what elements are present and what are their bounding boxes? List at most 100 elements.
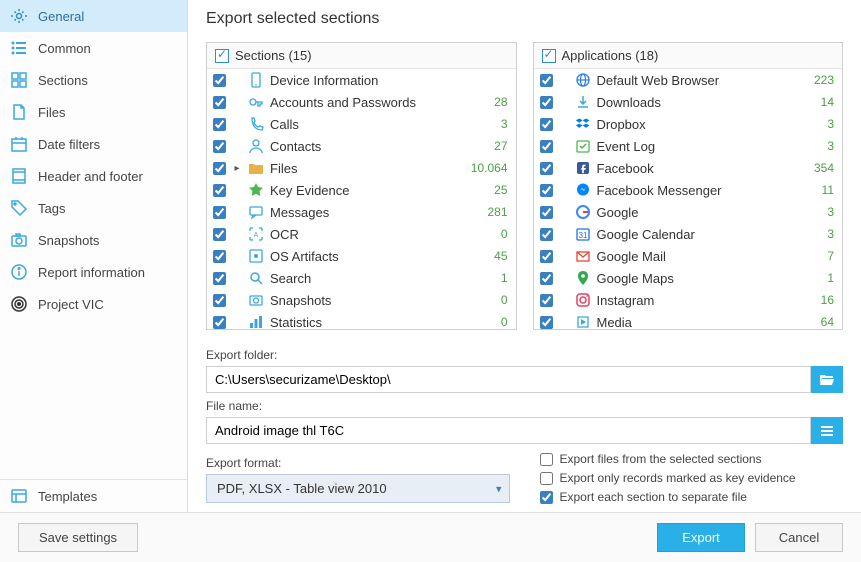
list-item[interactable]: Search1 [207, 267, 516, 289]
list-item-checkbox[interactable] [540, 228, 553, 241]
list-item-checkbox[interactable] [213, 118, 226, 131]
sidebar-item-tags[interactable]: Tags [0, 192, 187, 224]
list-item[interactable]: Instagram16 [534, 289, 843, 311]
sections-panel-header[interactable]: Sections (15) [207, 43, 516, 69]
list-item[interactable]: Google Mail7 [534, 245, 843, 267]
sidebar-item-sections[interactable]: Sections [0, 64, 187, 96]
list-item-label: Dropbox [597, 117, 822, 132]
option-key-evidence-checkbox[interactable] [540, 472, 553, 485]
list-item[interactable]: Downloads14 [534, 91, 843, 113]
applications-check-all[interactable] [542, 49, 556, 63]
list-item-checkbox[interactable] [540, 316, 553, 329]
info-icon [10, 263, 28, 281]
option-separate-file[interactable]: Export each section to separate file [540, 490, 844, 504]
list-item[interactable]: Media64 [534, 311, 843, 329]
list-item-checkbox[interactable] [213, 294, 226, 307]
option-export-files[interactable]: Export files from the selected sections [540, 452, 844, 466]
list-item-checkbox[interactable] [213, 140, 226, 153]
list-item-checkbox[interactable] [540, 250, 553, 263]
list-item[interactable]: Dropbox3 [534, 113, 843, 135]
sidebar-item-templates[interactable]: Templates [0, 480, 187, 512]
list-item[interactable]: Facebook354 [534, 157, 843, 179]
list-item-checkbox[interactable] [540, 294, 553, 307]
sidebar-item-date-filters[interactable]: Date filters [0, 128, 187, 160]
folder-open-icon [819, 372, 835, 388]
list-item-checkbox[interactable] [213, 272, 226, 285]
sidebar-item-snapshots[interactable]: Snapshots [0, 224, 187, 256]
list-item-checkbox[interactable] [540, 118, 553, 131]
sections-check-all[interactable] [215, 49, 229, 63]
list-item-count: 11 [822, 183, 834, 197]
key-icon [248, 94, 264, 110]
list-item-count: 3 [501, 117, 508, 131]
sidebar-item-label: Date filters [38, 137, 100, 152]
list-item-checkbox[interactable] [213, 96, 226, 109]
list-item[interactable]: Key Evidence25 [207, 179, 516, 201]
cancel-button[interactable]: Cancel [755, 523, 843, 552]
file-name-options-button[interactable] [811, 417, 843, 444]
list-item-checkbox[interactable] [213, 74, 226, 87]
applications-list[interactable]: Default Web Browser223Downloads14Dropbox… [534, 69, 843, 329]
list-item-count: 27 [494, 139, 507, 153]
list-item[interactable]: Google3 [534, 201, 843, 223]
list-item-checkbox[interactable] [540, 96, 553, 109]
list-item[interactable]: Facebook Messenger11 [534, 179, 843, 201]
list-item-checkbox[interactable] [213, 316, 226, 329]
sidebar-item-files[interactable]: Files [0, 96, 187, 128]
os-icon [248, 248, 264, 264]
list-item-checkbox[interactable] [213, 184, 226, 197]
list-item[interactable]: 31Google Calendar3 [534, 223, 843, 245]
list-item[interactable]: Accounts and Passwords28 [207, 91, 516, 113]
templates-icon [10, 487, 28, 505]
list-item[interactable]: Contacts27 [207, 135, 516, 157]
export-button[interactable]: Export [657, 523, 745, 552]
list-item-checkbox[interactable] [540, 140, 553, 153]
list-item[interactable]: Google Maps1 [534, 267, 843, 289]
list-item[interactable]: Default Web Browser223 [534, 69, 843, 91]
list-item[interactable]: ▸Files10.064 [207, 157, 516, 179]
doc-icon [10, 103, 28, 121]
list-item-checkbox[interactable] [540, 74, 553, 87]
option-export-files-checkbox[interactable] [540, 453, 553, 466]
save-settings-button[interactable]: Save settings [18, 523, 138, 552]
export-folder-input[interactable] [206, 366, 811, 393]
sidebar-item-header-footer[interactable]: Header and footer [0, 160, 187, 192]
page-title: Export selected sections [206, 10, 843, 28]
list-item[interactable]: Event Log3 [534, 135, 843, 157]
option-key-evidence[interactable]: Export only records marked as key eviden… [540, 471, 844, 485]
export-format-select[interactable]: PDF, XLSX - Table view 2010 [206, 474, 510, 503]
sidebar-item-report-info[interactable]: Report information [0, 256, 187, 288]
list-item[interactable]: OS Artifacts45 [207, 245, 516, 267]
list-item-checkbox[interactable] [213, 206, 226, 219]
msg-icon [248, 204, 264, 220]
applications-panel-header[interactable]: Applications (18) [534, 43, 843, 69]
option-separate-file-checkbox[interactable] [540, 491, 553, 504]
list-item[interactable]: Snapshots0 [207, 289, 516, 311]
list-item-checkbox[interactable] [213, 228, 226, 241]
list-item-checkbox[interactable] [540, 162, 553, 175]
browse-folder-button[interactable] [811, 366, 843, 393]
list-item-count: 64 [821, 315, 834, 329]
list-item-checkbox[interactable] [540, 272, 553, 285]
sections-list[interactable]: Device InformationAccounts and Passwords… [207, 69, 516, 329]
list-item-checkbox[interactable] [213, 162, 226, 175]
star-icon [248, 182, 264, 198]
list-item-checkbox[interactable] [540, 184, 553, 197]
list-item-count: 3 [827, 139, 834, 153]
list-item[interactable]: Device Information [207, 69, 516, 91]
sidebar-item-common[interactable]: Common [0, 32, 187, 64]
svg-text:31: 31 [578, 231, 587, 240]
fb-icon [575, 160, 591, 176]
list-item[interactable]: AOCR0 [207, 223, 516, 245]
list-item-checkbox[interactable] [540, 206, 553, 219]
sidebar-item-general[interactable]: General [0, 0, 187, 32]
sidebar-item-label: Common [38, 41, 91, 56]
expand-icon[interactable]: ▸ [232, 163, 242, 174]
sidebar-item-project-vic[interactable]: Project VIC [0, 288, 187, 320]
file-name-input[interactable] [206, 417, 811, 444]
list-item[interactable]: Messages281 [207, 201, 516, 223]
list-item-count: 16 [821, 293, 834, 307]
list-item[interactable]: Statistics0 [207, 311, 516, 329]
list-item[interactable]: Calls3 [207, 113, 516, 135]
list-item-checkbox[interactable] [213, 250, 226, 263]
